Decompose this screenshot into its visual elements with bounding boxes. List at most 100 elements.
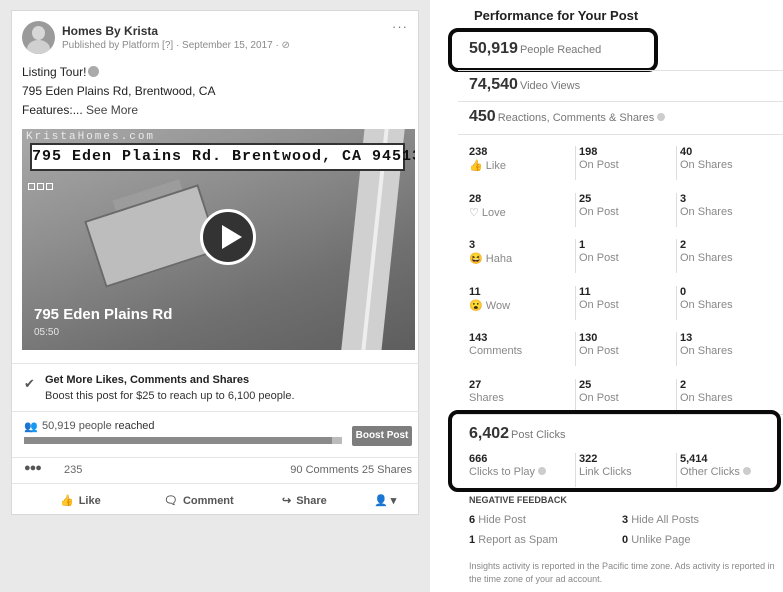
video-views-stat: 74,540 Video Views — [469, 76, 580, 94]
breakdown-row: 28 ♡ Love 25 On Post 3 On Shares — [469, 192, 779, 233]
insights-footnote: Insights activity is reported in the Pac… — [469, 561, 775, 584]
on-post-value: 25 — [579, 378, 592, 391]
on-post-cell: 130 On Post — [575, 332, 676, 366]
reach-row: 👥 50,919 people reached Boost Post — [12, 411, 418, 453]
on-shares-cell: 13 On Shares — [676, 332, 779, 366]
on-shares-cell: 3 On Shares — [676, 192, 779, 227]
on-shares-value: 0 — [680, 285, 687, 298]
breakdown-total-cell: 143 Comments — [469, 332, 574, 366]
on-post-cell: 25 On Post — [575, 192, 676, 227]
breakdown-label: 😮 Wow — [469, 299, 511, 312]
post-header: Homes By Krista Published by Platform [?… — [12, 11, 418, 55]
thumbs-up-icon: 👍 — [60, 495, 74, 507]
hide-post-stat: 6 Hide Post — [469, 514, 526, 526]
on-post-label: On Post — [579, 159, 619, 171]
share-button[interactable]: ↪ Share — [282, 494, 327, 507]
negative-feedback-title: NEGATIVE FEEDBACK — [469, 495, 567, 505]
hide-all-posts-stat: 3 Hide All Posts — [622, 514, 700, 526]
report-spam-stat: 1 Report as Spam — [469, 534, 558, 546]
video-watermark: KristaHomes.com — [26, 131, 156, 143]
love-icon: ♡ — [469, 206, 482, 219]
reach-progress-bar — [24, 437, 342, 444]
comments-shares-counts: 90 Comments 25 Shares — [290, 464, 412, 476]
features-text: Features:... — [22, 103, 87, 117]
breakdown-total: 27 — [469, 378, 482, 391]
boost-promo: ✔ Get More Likes, Comments and Shares Bo… — [12, 363, 418, 411]
boost-post-button[interactable]: Boost Post — [352, 426, 412, 446]
breakdown-total-cell: 11 😮 Wow — [469, 286, 574, 320]
page-name-link[interactable]: Homes By Krista — [62, 24, 158, 38]
on-shares-label: On Shares — [680, 298, 733, 311]
video-duration: 05:50 — [34, 327, 60, 338]
breakdown-total: 143 — [469, 332, 488, 344]
people-icon: 👥 — [24, 421, 38, 433]
on-shares-cell: 2 On Shares — [676, 378, 779, 413]
info-icon[interactable] — [657, 113, 666, 121]
breakdown-total-cell: 238 👍 Like — [469, 146, 574, 180]
on-post-cell: 25 On Post — [575, 378, 676, 413]
breakdown-label: Shares — [469, 391, 504, 404]
avatar-head — [32, 26, 45, 40]
on-post-label: On Post — [579, 391, 619, 404]
reactions-total-stat: 450 Reactions, Comments & Shares — [469, 108, 666, 126]
breakdown-total: 238 — [469, 146, 488, 158]
on-shares-value: 2 — [680, 378, 687, 391]
post-text-line-3: Features:... See More — [22, 103, 138, 117]
reach-text: 50,919 people reached — [42, 420, 155, 432]
smiley-icon — [88, 66, 100, 77]
on-post-label: On Post — [579, 298, 619, 311]
breakdown-label: 👍 Like — [469, 160, 506, 172]
performance-title: Performance for Your Post — [474, 8, 639, 23]
reactions-total-value: 450 — [469, 108, 496, 125]
on-shares-cell: 2 On Shares — [676, 239, 779, 273]
promo-title: Get More Likes, Comments and Shares — [45, 374, 250, 386]
reaction-icons[interactable]: ●●● — [24, 462, 42, 474]
comments-count-link[interactable]: 90 Comments — [290, 464, 358, 476]
audience-selector[interactable]: 👤 ▾ — [374, 494, 396, 507]
comment-button[interactable]: 🗨 Comment — [164, 494, 234, 507]
on-shares-value: 13 — [680, 332, 693, 344]
avatar-body — [27, 40, 50, 54]
share-label: Share — [296, 495, 327, 507]
video-title: 795 Eden Plains Rd — [34, 306, 173, 323]
on-post-value: 130 — [579, 332, 598, 344]
breakdown-total: 3 — [469, 239, 476, 251]
video-address-banner: 795 Eden Plains Rd. Brentwood, CA 94513 — [30, 143, 415, 171]
breakdown-total: 11 — [469, 285, 481, 298]
on-post-value: 1 — [579, 239, 586, 251]
post-text-line-2: 795 Eden Plains Rd, Brentwood, CA — [22, 84, 216, 98]
on-post-cell: 1 On Post — [575, 239, 676, 273]
on-post-cell: 198 On Post — [575, 146, 676, 180]
on-shares-label: On Shares — [680, 205, 733, 218]
see-more-link[interactable]: See More — [86, 103, 138, 117]
video-views-label: Video Views — [519, 80, 581, 92]
on-shares-label: On Shares — [680, 345, 733, 357]
on-shares-value: 2 — [680, 239, 687, 251]
shares-count-link[interactable]: 25 Shares — [362, 464, 412, 476]
divider — [458, 70, 783, 71]
on-post-value: 11 — [579, 285, 591, 298]
play-button[interactable] — [200, 209, 256, 265]
like-button[interactable]: 👍 Like — [60, 494, 101, 507]
reach-progress-fill — [24, 437, 333, 444]
comment-icon: 🗨 — [164, 495, 178, 507]
on-post-label: On Post — [579, 345, 619, 357]
like-icon: 👍 — [469, 160, 486, 172]
breakdown-label: ♡ Love — [469, 206, 506, 219]
post-actions: 👍 Like 🗨 Comment ↪ Share 👤 ▾ — [12, 483, 418, 515]
breakdown-total: 28 — [469, 192, 482, 205]
share-icon: ↪ — [282, 495, 292, 507]
breakdown-total-cell: 28 ♡ Love — [469, 193, 574, 227]
more-options-icon[interactable]: ··· — [392, 19, 408, 34]
on-shares-value: 40 — [680, 146, 693, 158]
like-label: Like — [78, 495, 101, 507]
page-avatar[interactable] — [22, 21, 55, 54]
video-views-value: 74,540 — [469, 76, 518, 93]
checkmark-icon: ✔ — [24, 376, 35, 391]
video-player[interactable]: KristaHomes.com 795 Eden Plains Rd. Bren… — [22, 129, 415, 350]
person-icon: 👤 — [374, 495, 388, 507]
on-post-label: On Post — [579, 252, 619, 264]
wow-icon: 😮 — [469, 299, 486, 312]
divider — [458, 134, 783, 135]
reaction-count[interactable]: 235 — [64, 464, 82, 476]
